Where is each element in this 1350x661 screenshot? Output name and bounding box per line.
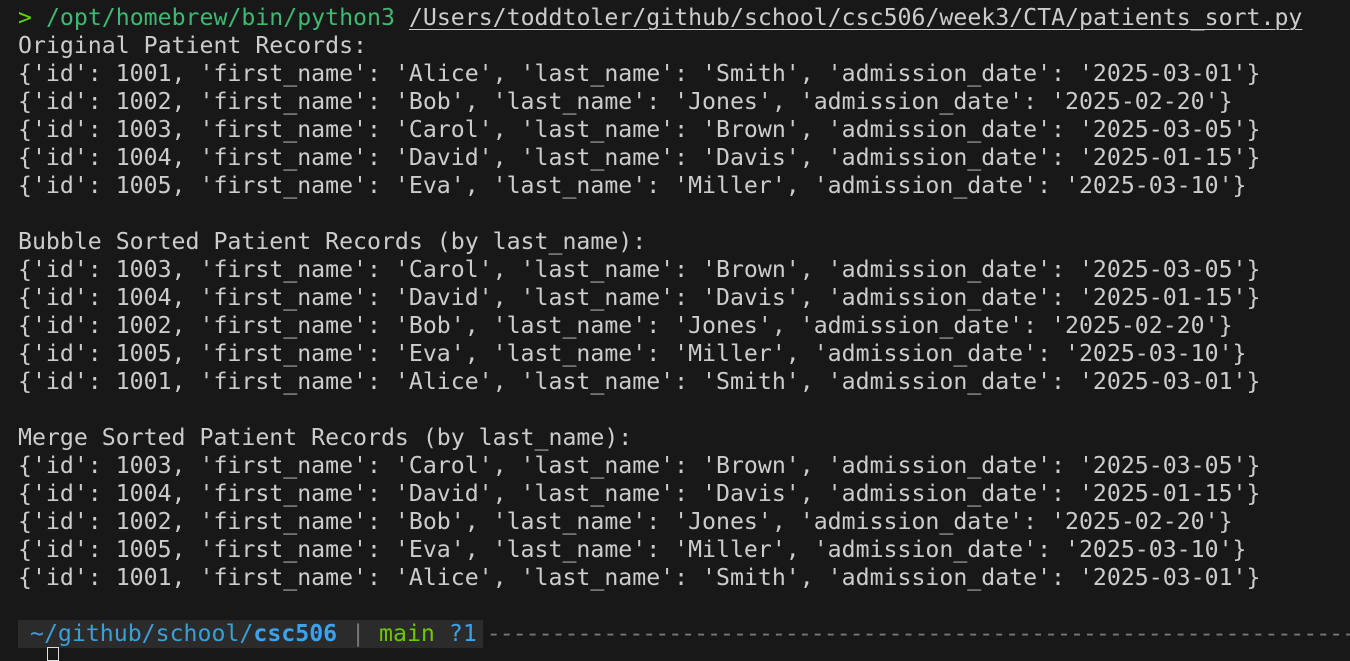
output-line: Original Patient Records: (18, 32, 368, 59)
output-line: {'id': 1005, 'first_name': 'Eva', 'last_… (18, 340, 1247, 367)
current-directory: csc506 (253, 620, 338, 647)
output-line: {'id': 1002, 'first_name': 'Bob', 'last_… (18, 312, 1233, 339)
output-line: {'id': 1002, 'first_name': 'Bob', 'last_… (18, 88, 1233, 115)
output-line: {'id': 1005, 'first_name': 'Eva', 'last_… (18, 172, 1247, 199)
output-line: {'id': 1004, 'first_name': 'David', 'las… (18, 144, 1261, 171)
command-line: > /opt/homebrew/bin/python3 /Users/toddt… (18, 4, 1302, 32)
output-line: {'id': 1004, 'first_name': 'David', 'las… (18, 480, 1261, 507)
divider-line: ----------------------------------------… (486, 620, 1350, 647)
prompt-symbol: > (18, 4, 32, 31)
output-line: Bubble Sorted Patient Records (by last_n… (18, 228, 647, 255)
output-line: {'id': 1004, 'first_name': 'David', 'las… (18, 284, 1261, 311)
output-line: {'id': 1002, 'first_name': 'Bob', 'last_… (18, 508, 1233, 535)
prompt-segment: ~/github/school/csc506 | main ?1 (18, 620, 483, 648)
output-line: Merge Sorted Patient Records (by last_na… (18, 424, 633, 451)
git-branch: main (379, 620, 435, 647)
python-executable: /opt/homebrew/bin/python3 (45, 4, 395, 31)
script-path-link[interactable]: /Users/toddtoler/github/school/csc506/we… (409, 4, 1302, 31)
output-line: {'id': 1003, 'first_name': 'Carol', 'las… (18, 116, 1261, 143)
terminal-output: > /opt/homebrew/bin/python3 /Users/toddt… (18, 4, 1302, 592)
git-status: ?1 (448, 620, 477, 647)
output-line: {'id': 1005, 'first_name': 'Eva', 'last_… (18, 536, 1247, 563)
output-line: {'id': 1001, 'first_name': 'Alice', 'las… (18, 368, 1261, 395)
output-line: {'id': 1001, 'first_name': 'Alice', 'las… (18, 60, 1261, 87)
terminal-cursor[interactable] (47, 647, 59, 661)
prompt-status-line: ~/github/school/csc506 | main ?1 --------… (18, 620, 1350, 648)
separator: | (351, 620, 366, 647)
directory-prefix: ~/github/school/ (30, 620, 254, 647)
output-line: {'id': 1001, 'first_name': 'Alice', 'las… (18, 564, 1261, 591)
output-line: {'id': 1003, 'first_name': 'Carol', 'las… (18, 256, 1261, 283)
output-line: {'id': 1003, 'first_name': 'Carol', 'las… (18, 452, 1261, 479)
